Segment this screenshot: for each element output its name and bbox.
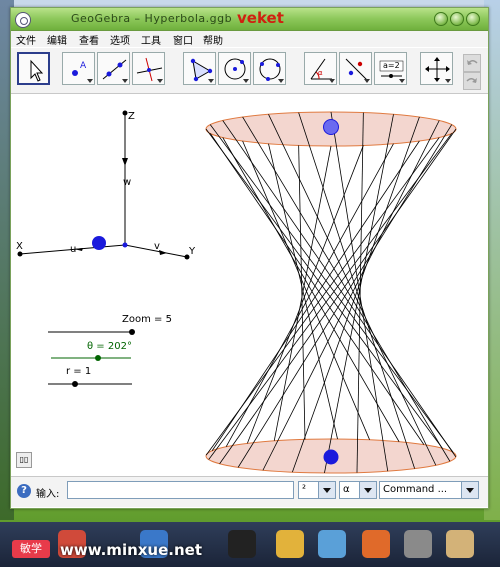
- minimize-button[interactable]: [434, 12, 448, 26]
- ruling-line: [211, 140, 420, 451]
- r-slider-label: r = 1: [66, 366, 91, 377]
- greek-letter-select[interactable]: α: [339, 481, 377, 499]
- ruling-line: [268, 114, 437, 466]
- slider-tool-button[interactable]: a=2: [374, 52, 407, 85]
- ruling-line: [298, 112, 416, 469]
- origin-point[interactable]: [122, 242, 128, 248]
- menu-window[interactable]: 窗口: [173, 32, 193, 47]
- ruling-line: [268, 143, 338, 440]
- title-bar[interactable]: GeoGebra – Hyperbola.ggb veket: [11, 8, 488, 31]
- top-point[interactable]: [323, 119, 339, 135]
- paint-palette-icon[interactable]: [362, 530, 390, 558]
- ruling-line: [225, 143, 394, 447]
- move-tool-button[interactable]: [17, 52, 50, 85]
- input-bar: ? 输入: ² α Command ...: [11, 476, 488, 507]
- ruling-line: [209, 124, 454, 453]
- perpendicular-line-tool-button[interactable]: [132, 52, 165, 85]
- precision-value: ²: [302, 484, 307, 495]
- undo-icon: [467, 60, 478, 65]
- menu-bar: 文件 编辑 查看 选项 工具 窗口 帮助: [11, 31, 488, 47]
- x-axis-endpoint[interactable]: [17, 251, 23, 257]
- title-tag: veket: [237, 9, 284, 27]
- toolbar: A α a=2: [11, 48, 488, 94]
- rotation-point[interactable]: [92, 236, 106, 250]
- taskbar-app-icon[interactable]: [446, 530, 474, 558]
- chevron-down-icon[interactable]: [359, 482, 376, 498]
- u-axis-label: u: [70, 244, 76, 255]
- penguin-icon[interactable]: [228, 530, 256, 558]
- maximize-button[interactable]: [450, 12, 464, 26]
- menu-view[interactable]: 查看: [79, 32, 99, 47]
- ruling-line: [205, 128, 443, 449]
- ruling-line: [222, 120, 457, 458]
- point-tool-button[interactable]: A: [62, 52, 95, 85]
- window-title: GeoGebra – Hyperbola.ggb: [71, 12, 233, 25]
- hyperboloid-rulings: [205, 111, 457, 474]
- cursor-arrow-icon: [30, 59, 44, 82]
- menu-edit[interactable]: 编辑: [47, 32, 67, 47]
- circle-three-points-tool-button[interactable]: [253, 52, 286, 85]
- undo-button[interactable]: [463, 54, 481, 72]
- polygon-tool-button[interactable]: [183, 52, 216, 85]
- z-axis-endpoint[interactable]: [122, 110, 128, 116]
- reflect-tool-button[interactable]: [339, 52, 372, 85]
- taskbar-app-icon[interactable]: [404, 530, 432, 558]
- menu-tools[interactable]: 工具: [141, 32, 161, 47]
- line-tool-button[interactable]: [97, 52, 130, 85]
- greek-value: α: [343, 484, 350, 495]
- zoom-slider-label: Zoom = 5: [122, 314, 172, 325]
- angle-tool-button[interactable]: α: [304, 52, 337, 85]
- slider-tool-label: a=2: [383, 61, 400, 70]
- menu-help[interactable]: 帮助: [203, 32, 223, 47]
- svg-text:A: A: [80, 61, 87, 71]
- ruling-line: [273, 145, 332, 441]
- menu-file[interactable]: 文件: [16, 32, 36, 47]
- ruling-line: [237, 124, 453, 468]
- r-slider-knob[interactable]: [72, 381, 78, 387]
- theta-slider-label: θ = 202°: [87, 341, 132, 352]
- watermark-text: www.minxue.net: [60, 541, 203, 559]
- taskbar-app-icon[interactable]: [318, 530, 346, 558]
- graphics-view[interactable]: Z w X u v Y Zoom = 5 θ = 202° r = 1 ▯▯: [11, 94, 488, 474]
- ruling-line: [324, 114, 394, 474]
- command-select[interactable]: Command ...: [379, 481, 479, 499]
- command-value: Command ...: [383, 484, 448, 495]
- theta-slider-knob[interactable]: [95, 355, 101, 361]
- v-axis-label: v: [154, 241, 160, 252]
- precision-select[interactable]: ²: [298, 481, 336, 499]
- watermark-logo: 敏学: [12, 540, 50, 558]
- ruling-line: [242, 140, 370, 440]
- ruling-line: [291, 116, 420, 473]
- w-axis-label: w: [123, 177, 131, 188]
- input-label: 输入:: [36, 489, 60, 500]
- circle-center-tool-button[interactable]: [218, 52, 251, 85]
- redo-button[interactable]: [463, 72, 481, 90]
- close-button[interactable]: [466, 12, 480, 26]
- graphics-view-style-toggle[interactable]: ▯▯: [16, 452, 32, 468]
- svg-text:α: α: [318, 69, 323, 77]
- menu-options[interactable]: 选项: [110, 32, 130, 47]
- z-axis-label: Z: [128, 111, 135, 122]
- folder-icon[interactable]: [276, 530, 304, 558]
- x-axis-label: X: [16, 241, 23, 252]
- graphics-canvas[interactable]: Z w X u v Y Zoom = 5 θ = 202° r = 1: [11, 94, 488, 474]
- bottom-point[interactable]: [323, 449, 339, 465]
- chevron-down-icon[interactable]: [461, 482, 478, 498]
- w-axis-arrow: [122, 158, 128, 166]
- redo-icon: [466, 78, 477, 83]
- geogebra-app-icon[interactable]: [15, 12, 31, 28]
- y-axis-label: Y: [188, 246, 196, 257]
- help-icon[interactable]: ?: [17, 484, 31, 498]
- move-graphics-view-tool-button[interactable]: [420, 52, 453, 85]
- geogebra-window: GeoGebra – Hyperbola.ggb veket 文件 编辑 查看 …: [10, 7, 489, 509]
- zoom-slider-knob[interactable]: [129, 329, 135, 335]
- input-field[interactable]: [67, 481, 294, 499]
- ruling-line: [356, 112, 364, 473]
- chevron-down-icon[interactable]: [318, 482, 335, 498]
